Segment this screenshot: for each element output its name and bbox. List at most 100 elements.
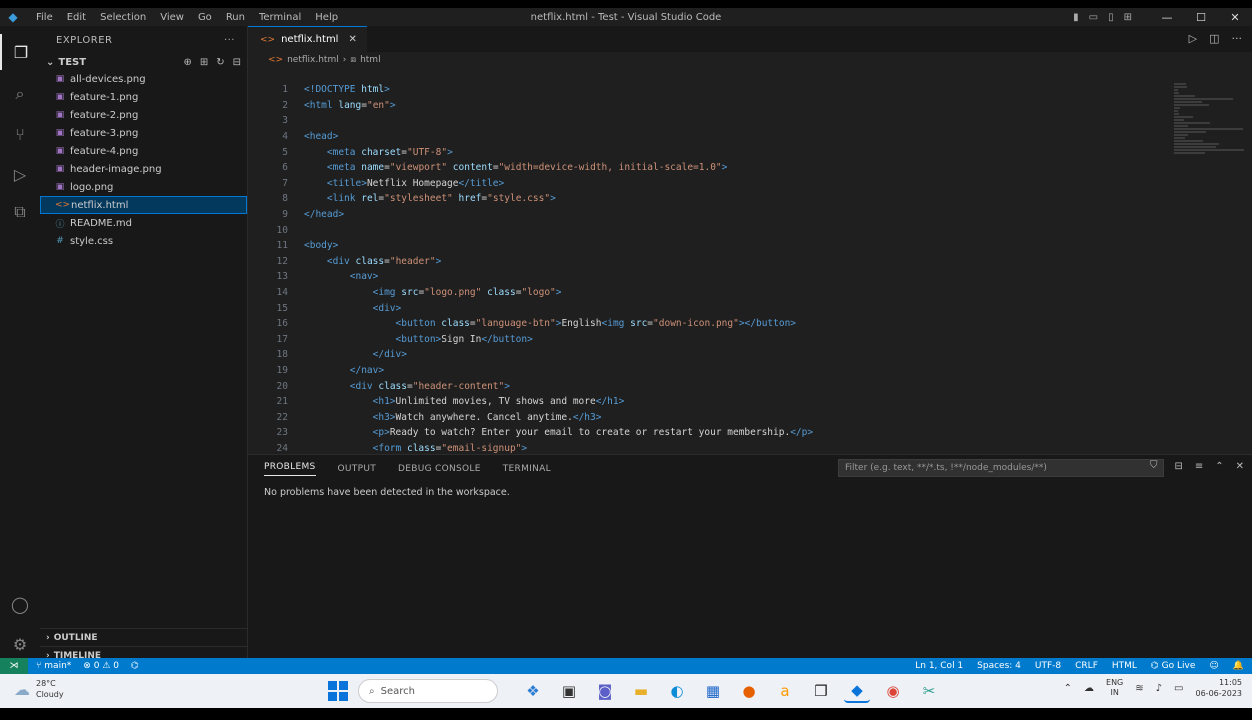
- image-icon: ▣: [55, 146, 65, 156]
- language-indicator[interactable]: ENG IN: [1106, 678, 1123, 698]
- task-view-icon[interactable]: ▣: [556, 679, 582, 703]
- close-window-button[interactable]: ✕: [1218, 11, 1252, 24]
- extensions-icon[interactable]: ⧉: [0, 194, 40, 230]
- branch-status[interactable]: ⑂ main*: [36, 661, 71, 671]
- encoding[interactable]: UTF-8: [1035, 661, 1061, 671]
- more-actions-icon[interactable]: ···: [1232, 32, 1243, 45]
- search-icon[interactable]: ⌕: [0, 76, 40, 112]
- menu-item-run[interactable]: Run: [226, 12, 245, 23]
- settings-gear-icon[interactable]: ⚙: [0, 626, 40, 662]
- edge-browser-icon[interactable]: ◐: [664, 679, 690, 703]
- panel-tab-output[interactable]: OUTPUT: [338, 464, 376, 474]
- maximize-panel-icon[interactable]: ⌃: [1215, 461, 1223, 472]
- widgets-icon[interactable]: ❖: [520, 679, 546, 703]
- menu-item-edit[interactable]: Edit: [67, 12, 86, 23]
- clear-icon[interactable]: ≡: [1195, 461, 1203, 472]
- broadcast-icon[interactable]: ⌬: [131, 661, 139, 671]
- file-label: header-image.png: [70, 163, 162, 175]
- panel-tab-problems[interactable]: PROBLEMS: [264, 462, 316, 476]
- cursor-position[interactable]: Ln 1, Col 1: [915, 661, 963, 671]
- file-item[interactable]: ▣ all-devices.png: [40, 70, 247, 88]
- problems-status[interactable]: ⊗ 0 ⚠ 0: [83, 661, 119, 671]
- line-content: <button>Sign In</button>: [395, 333, 533, 345]
- file-item[interactable]: # style.css: [40, 232, 247, 250]
- notifications-icon[interactable]: 🔔: [1233, 661, 1244, 671]
- wifi-icon[interactable]: ≋: [1135, 683, 1143, 694]
- source-control-icon[interactable]: ⑂: [0, 116, 40, 152]
- explorer-icon[interactable]: ❐: [0, 34, 40, 70]
- cloud-icon: ☁: [14, 679, 30, 699]
- panel-tab-terminal[interactable]: TERMINAL: [503, 464, 551, 474]
- vscode-taskbar-icon[interactable]: ◆: [844, 679, 870, 703]
- dropbox-icon[interactable]: ❒: [808, 679, 834, 703]
- problems-filter-input[interactable]: Filter (e.g. text, **/*.ts, !**/node_mod…: [838, 459, 1164, 477]
- file-item[interactable]: ▣ feature-1.png: [40, 88, 247, 106]
- more-actions-icon[interactable]: ···: [224, 35, 235, 46]
- go-live-button[interactable]: ⌬ Go Live: [1151, 661, 1195, 671]
- code-editor[interactable]: 1 <!DOCTYPE html> 2 <html lang="en"> 3 4 <head…: [248, 82, 1168, 454]
- panel-tab-debug-console[interactable]: DEBUG CONSOLE: [398, 464, 481, 474]
- menu-item-help[interactable]: Help: [315, 12, 338, 23]
- refresh-icon[interactable]: ↻: [216, 57, 224, 68]
- file-item[interactable]: ⓘ README.md: [40, 214, 247, 232]
- weather-widget[interactable]: ☁ 28°C Cloudy: [14, 678, 64, 700]
- maximize-button[interactable]: ☐: [1184, 11, 1218, 24]
- run-debug-icon[interactable]: ▷: [0, 156, 40, 192]
- menu-item-go[interactable]: Go: [198, 12, 212, 23]
- toggle-secondary-sidebar-icon[interactable]: ▯: [1108, 12, 1114, 23]
- collapse-all-icon[interactable]: ⊟: [233, 57, 241, 68]
- menu-item-file[interactable]: File: [36, 12, 53, 23]
- amazon-icon[interactable]: a: [772, 679, 798, 703]
- store-icon[interactable]: ▦: [700, 679, 726, 703]
- line-ending[interactable]: CRLF: [1075, 661, 1098, 671]
- language-mode[interactable]: HTML: [1112, 661, 1137, 671]
- breadcrumb-file[interactable]: netflix.html: [287, 55, 339, 65]
- file-explorer-icon[interactable]: ▬: [628, 679, 654, 703]
- minimize-button[interactable]: —: [1150, 11, 1184, 24]
- outline-section[interactable]: › OUTLINE: [40, 628, 248, 646]
- battery-icon[interactable]: ▭: [1174, 683, 1183, 694]
- menu-item-terminal[interactable]: Terminal: [259, 12, 301, 23]
- teams-chat-icon[interactable]: ◙: [592, 679, 618, 703]
- menu-item-view[interactable]: View: [160, 12, 184, 23]
- file-item[interactable]: ▣ feature-3.png: [40, 124, 247, 142]
- toggle-sidebar-icon[interactable]: ▮: [1073, 12, 1079, 23]
- collapse-all-icon[interactable]: ⊟: [1174, 461, 1182, 472]
- code-line: 19 </nav>: [248, 363, 1168, 379]
- taskbar-search[interactable]: ⌕ Search: [358, 679, 498, 703]
- remote-icon[interactable]: ⋊: [0, 658, 28, 674]
- new-file-icon[interactable]: ⊕: [183, 57, 191, 68]
- clock[interactable]: 11:05 06-06-2023: [1196, 677, 1243, 699]
- folder-test[interactable]: ⌄ TEST ⊕ ⊞ ↻ ⊟: [40, 54, 247, 70]
- line-number: 8: [282, 193, 288, 205]
- customize-layout-icon[interactable]: ⊞: [1124, 12, 1132, 23]
- firefox-icon[interactable]: ●: [736, 679, 762, 703]
- minimap[interactable]: [1174, 82, 1244, 332]
- split-editor-icon[interactable]: ◫: [1209, 32, 1219, 45]
- file-item[interactable]: ▣ logo.png: [40, 178, 247, 196]
- file-item[interactable]: ▣ feature-2.png: [40, 106, 247, 124]
- breadcrumb-element[interactable]: html: [360, 55, 381, 65]
- new-folder-icon[interactable]: ⊞: [200, 57, 208, 68]
- close-panel-icon[interactable]: ✕: [1236, 461, 1244, 472]
- chevron-up-icon[interactable]: ⌃: [1064, 683, 1072, 694]
- start-button[interactable]: [328, 681, 348, 701]
- file-item[interactable]: ▣ feature-4.png: [40, 142, 247, 160]
- onedrive-icon[interactable]: ☁: [1084, 683, 1094, 694]
- toggle-panel-icon[interactable]: ▭: [1089, 12, 1098, 23]
- code-line: 2 <html lang="en">: [248, 98, 1168, 114]
- file-item[interactable]: ▣ header-image.png: [40, 160, 247, 178]
- snipping-tool-icon[interactable]: ✂: [916, 679, 942, 703]
- menu-item-selection[interactable]: Selection: [100, 12, 146, 23]
- volume-icon[interactable]: ♪: [1156, 683, 1162, 694]
- file-item[interactable]: <> netflix.html: [40, 196, 247, 214]
- feedback-icon[interactable]: ☺: [1209, 661, 1218, 671]
- code-line: 16 <button class="language-btn">English<…: [248, 316, 1168, 332]
- indentation[interactable]: Spaces: 4: [977, 661, 1021, 671]
- accounts-icon[interactable]: ◯: [0, 586, 40, 622]
- chrome-icon[interactable]: ◉: [880, 679, 906, 703]
- close-tab-icon[interactable]: ✕: [348, 34, 356, 45]
- run-icon[interactable]: ▷: [1189, 32, 1197, 45]
- filter-icon[interactable]: ⛉: [1150, 460, 1158, 471]
- tab-netflix-html[interactable]: <> netflix.html ✕: [248, 26, 367, 52]
